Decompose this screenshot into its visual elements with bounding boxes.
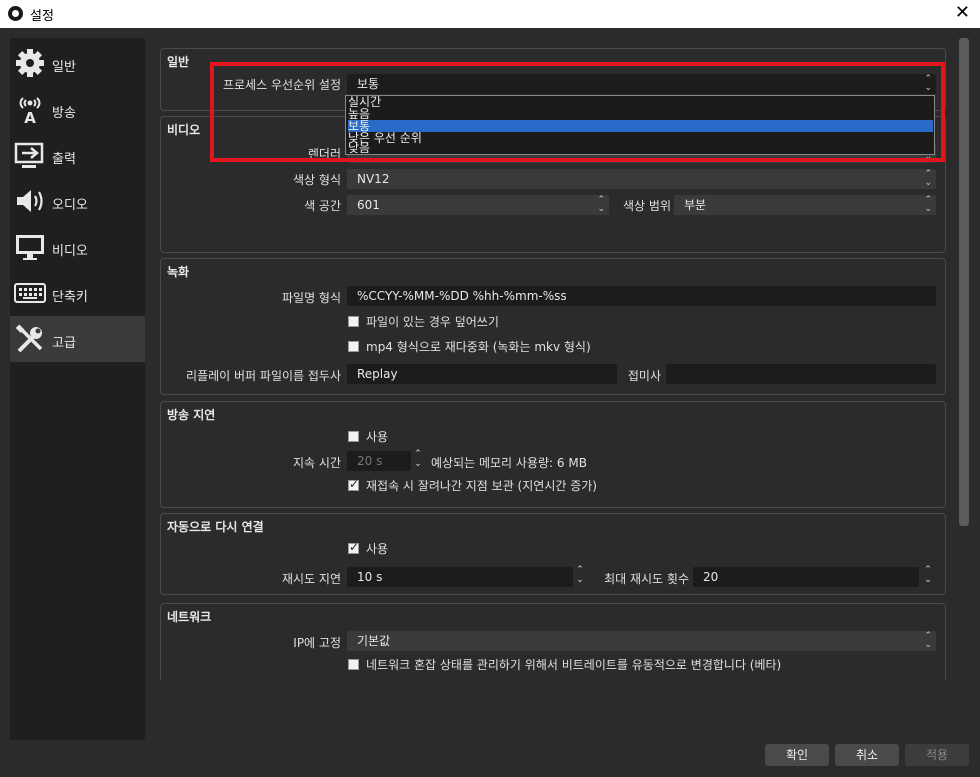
broadcast-antenna-icon: A xyxy=(19,97,41,124)
sidebar-item-label: 오디오 xyxy=(52,198,88,213)
select-arrows-icon: ⌃⌄ xyxy=(924,169,932,188)
dynamic-bitrate-checkbox[interactable] xyxy=(348,659,359,670)
retry-delay-input[interactable]: 10 s xyxy=(347,567,573,587)
sidebar-item-advanced[interactable]: 고급 xyxy=(10,316,145,362)
filename-format-input[interactable]: %CCYY-%MM-%DD %hh-%mm-%ss xyxy=(347,286,936,306)
sidebar-item-video[interactable]: 비디오 xyxy=(10,224,145,270)
keyboard-icon xyxy=(14,283,46,303)
memory-usage-text: 예상되는 메모리 사용량: 6 MB xyxy=(431,456,587,470)
group-stream-delay: 방송 지연 사용 지속 시간 20 s ⌃ ⌄ 예상되는 메모리 사용량: 6 M… xyxy=(160,401,946,508)
bind-ip-select[interactable]: 기본값 ⌃ ⌄ xyxy=(347,631,936,651)
sidebar-item-output[interactable]: 출력 xyxy=(10,132,145,178)
window-title: 설정 xyxy=(30,9,54,24)
suffix-label: 접미사 xyxy=(627,369,661,383)
content-scrollbar[interactable] xyxy=(958,38,970,680)
sidebar-item-label: 비디오 xyxy=(52,244,88,259)
overwrite-label: 파일이 있는 경우 덮어쓰기 xyxy=(366,315,499,329)
group-title: 방송 지연 xyxy=(167,408,216,422)
reconnect-enable-checkbox[interactable] xyxy=(348,540,359,554)
color-range-select[interactable]: 부분 ⌃ ⌄ xyxy=(674,195,936,215)
group-title: 일반 xyxy=(167,55,190,69)
replay-prefix-input[interactable]: Replay xyxy=(347,364,617,384)
reconnect-enable-label: 사용 xyxy=(366,542,389,556)
suffix-input[interactable] xyxy=(666,364,936,384)
group-title: 녹화 xyxy=(167,265,190,279)
tools-icon xyxy=(15,324,43,353)
preserve-label: 재접속 시 잘려나간 지점 보관 (지연시간 증가) xyxy=(366,479,597,493)
settings-sidebar: 일반 A 방송 출력 오디오 비디오 단축키 고급 xyxy=(10,38,145,740)
obs-logo-icon xyxy=(8,6,23,21)
group-title: 비디오 xyxy=(167,123,201,137)
output-icon xyxy=(14,142,44,168)
cancel-button[interactable]: 취소 xyxy=(835,744,899,766)
apply-button[interactable]: 적용 xyxy=(905,744,969,766)
group-recording: 녹화 파일명 형식 %CCYY-%MM-%DD %hh-%mm-%ss 파일이 … xyxy=(160,258,946,395)
spin-arrows-icon[interactable]: ⌃ ⌄ xyxy=(411,449,425,471)
scrollbar-thumb[interactable] xyxy=(959,38,969,526)
max-retries-label: 최대 재시도 횟수 xyxy=(604,572,689,586)
group-network: 네트워크 IP에 고정 기본값 ⌃ ⌄ 네트워크 혼잡 상태를 관리하기 위해서 … xyxy=(160,603,946,680)
spin-arrows-icon[interactable]: ⌃ ⌄ xyxy=(921,565,935,587)
sidebar-item-hotkeys[interactable]: 단축키 xyxy=(10,270,145,316)
sidebar-item-audio[interactable]: 오디오 xyxy=(10,178,145,224)
sidebar-item-label: 고급 xyxy=(52,336,76,351)
group-title: 네트워크 xyxy=(167,610,212,624)
ok-button[interactable]: 확인 xyxy=(765,744,829,766)
delay-duration-input[interactable]: 20 s xyxy=(347,451,411,471)
overwrite-checkbox[interactable] xyxy=(348,316,359,327)
group-reconnect: 자동으로 다시 연결 사용 재시도 지연 10 s ⌃⌄ 최대 재시도 횟수 2… xyxy=(160,513,946,595)
filename-format-label: 파일명 형식 xyxy=(281,291,341,305)
preserve-checkbox[interactable] xyxy=(348,477,359,491)
color-range-value: 부분 xyxy=(684,198,707,212)
monitor-icon xyxy=(16,235,44,260)
highlight-box xyxy=(210,62,945,162)
color-format-label: 색상 형식 xyxy=(293,173,341,187)
max-retries-input[interactable]: 20 xyxy=(693,567,919,587)
remux-label: mp4 형식으로 재다중화 (녹화는 mkv 형식) xyxy=(366,340,591,354)
delay-duration-label: 지속 시간 xyxy=(293,456,341,470)
select-arrows-icon: ⌃⌄ xyxy=(924,195,932,214)
svg-text:A: A xyxy=(24,109,36,124)
group-title: 자동으로 다시 연결 xyxy=(167,520,264,534)
delay-enable-checkbox[interactable] xyxy=(348,431,359,442)
color-range-label: 색상 범위 xyxy=(623,199,671,213)
dynamic-bitrate-label: 네트워크 혼잡 상태를 관리하기 위해서 비트레이트를 유동적으로 변경합니다 … xyxy=(366,658,782,672)
replay-prefix-label: 리플레이 버퍼 파일이름 접두사 xyxy=(186,369,341,383)
title-bar: 설정 ✕ xyxy=(0,0,980,28)
sidebar-item-label: 방송 xyxy=(52,106,76,121)
speaker-icon xyxy=(17,190,43,212)
bind-ip-label: IP에 고정 xyxy=(293,636,341,650)
retry-delay-label: 재시도 지연 xyxy=(281,572,341,586)
spin-arrows-icon[interactable]: ⌃ ⌄ xyxy=(573,565,587,587)
color-space-value: 601 xyxy=(357,198,380,212)
gear-icon xyxy=(16,49,44,77)
delay-enable-label: 사용 xyxy=(366,430,389,444)
color-space-label: 색 공간 xyxy=(304,199,341,213)
sidebar-item-label: 일반 xyxy=(52,60,76,75)
bind-ip-value: 기본값 xyxy=(357,634,391,648)
remux-checkbox[interactable] xyxy=(348,341,359,352)
color-format-value: NV12 xyxy=(357,172,390,186)
sidebar-item-general[interactable]: 일반 xyxy=(10,40,145,86)
sidebar-item-label: 출력 xyxy=(52,152,76,167)
color-space-select[interactable]: 601 ⌃ ⌄ xyxy=(347,195,609,215)
color-format-select[interactable]: NV12 ⌃ ⌄ xyxy=(347,169,936,189)
select-arrows-icon: ⌃⌄ xyxy=(924,631,932,650)
sidebar-item-label: 단축키 xyxy=(52,290,88,305)
close-icon[interactable]: ✕ xyxy=(955,2,970,23)
sidebar-item-stream[interactable]: A 방송 xyxy=(10,86,145,132)
